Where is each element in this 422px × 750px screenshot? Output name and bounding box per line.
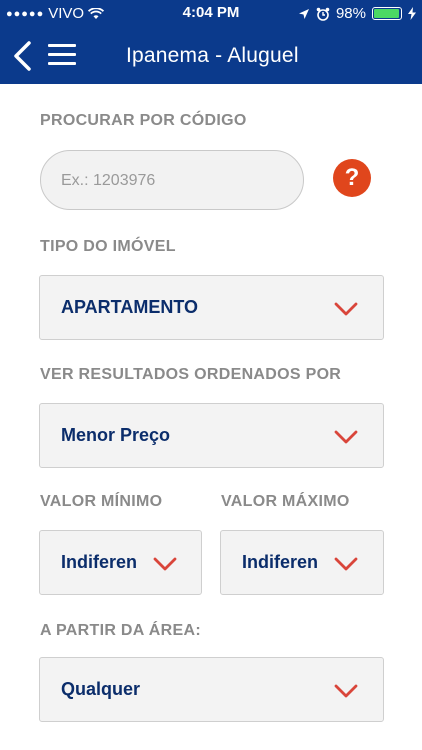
code-search-label: PROCURAR POR CÓDIGO <box>40 112 247 129</box>
min-area-label: A PARTIR DA ÁREA: <box>40 622 201 639</box>
chevron-down-icon <box>334 430 358 444</box>
chevron-down-icon <box>334 684 358 698</box>
sort-order-select[interactable]: Menor Preço <box>39 403 384 468</box>
max-value-select[interactable]: Indiferen <box>220 530 384 595</box>
help-button[interactable]: ? <box>333 159 371 197</box>
navigation-bar: Ipanema - Aluguel <box>0 28 422 84</box>
min-area-value: Qualquer <box>61 679 141 699</box>
min-value-value: Indiferen <box>61 552 138 572</box>
status-bar: ●●●●● VIVO 4:04 PM 98% <box>0 0 422 28</box>
alarm-clock-icon <box>316 7 330 21</box>
min-value-select[interactable]: Indiferen <box>39 530 202 595</box>
chevron-down-icon <box>334 302 358 316</box>
min-value-label: VALOR MÍNIMO <box>40 493 163 510</box>
property-type-label: TIPO DO IMÓVEL <box>40 238 176 255</box>
min-area-select[interactable]: Qualquer <box>39 657 384 722</box>
max-value-value: Indiferen <box>242 552 319 572</box>
chevron-down-icon <box>334 557 358 571</box>
code-search-input[interactable] <box>61 169 281 193</box>
location-arrow-icon <box>298 8 309 19</box>
property-type-select[interactable]: APARTAMENTO <box>39 275 384 340</box>
chevron-down-icon <box>153 557 177 571</box>
sort-order-value: Menor Preço <box>61 425 171 445</box>
hamburger-menu-icon[interactable] <box>48 44 76 68</box>
battery-percent: 98% <box>335 5 366 22</box>
max-value-label: VALOR MÁXIMO <box>221 493 350 510</box>
sort-order-label: VER RESULTADOS ORDENADOS POR <box>40 366 342 383</box>
back-chevron-icon[interactable] <box>8 40 38 72</box>
page-title: Ipanema - Aluguel <box>126 44 299 67</box>
property-type-value: APARTAMENTO <box>61 297 198 317</box>
code-search-field[interactable] <box>40 150 304 210</box>
battery-icon <box>372 7 402 20</box>
charging-bolt-icon <box>408 7 416 20</box>
